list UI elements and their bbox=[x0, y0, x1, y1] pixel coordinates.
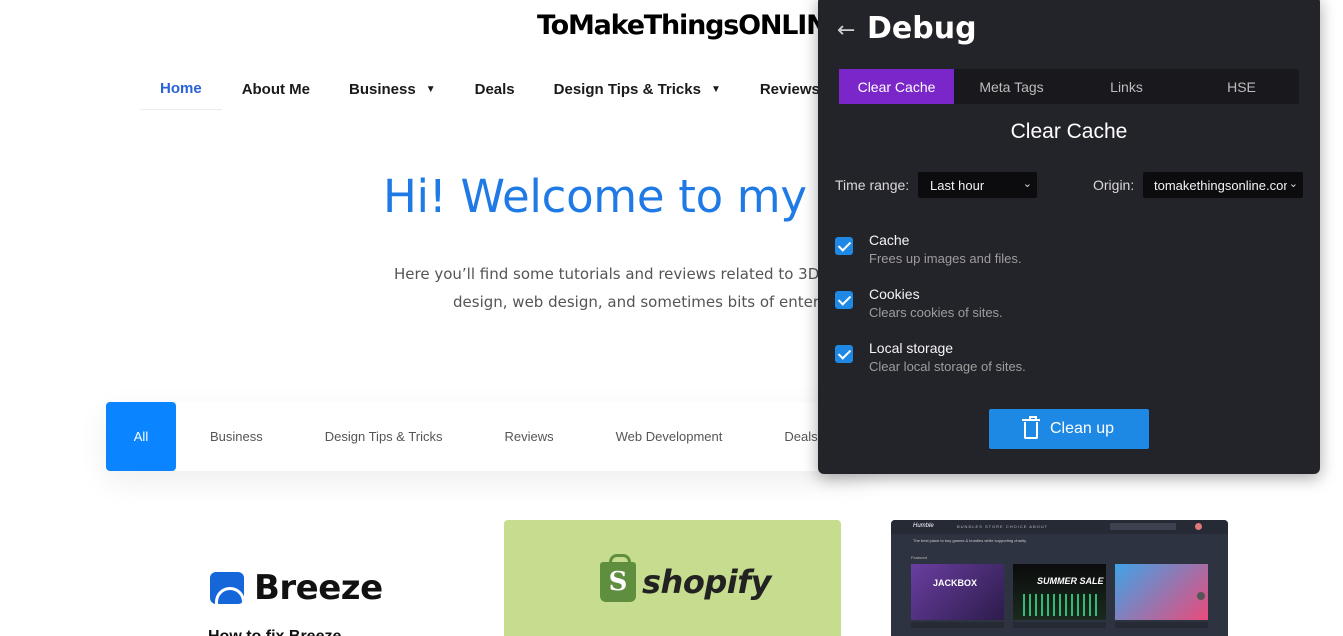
clean-up-label: Clean up bbox=[1049, 420, 1115, 437]
breeze-logo: Breeze bbox=[210, 568, 383, 608]
origin-select[interactable]: tomakethingsonline.com ⌄ bbox=[1143, 172, 1303, 198]
time-range-select[interactable]: Last hour ⌄ bbox=[918, 172, 1037, 198]
breeze-card-title[interactable]: How to fix Breeze bbox=[208, 628, 341, 636]
breeze-logo-text: Breeze bbox=[254, 568, 383, 608]
chevron-down-icon: ⌄ bbox=[1020, 177, 1032, 190]
humble-search bbox=[1110, 523, 1176, 530]
shopify-logo-text: shopify bbox=[642, 563, 771, 601]
hero-title: Hi! Welcome to my bbox=[383, 170, 807, 223]
nav-deals-label: Deals bbox=[474, 80, 515, 98]
nav-business[interactable]: Business ▼ bbox=[349, 68, 436, 110]
time-range-value: Last hour bbox=[930, 177, 985, 193]
post-card-shopify[interactable]: S shopify bbox=[504, 520, 841, 636]
page: ToMakeThingsONLINE Home About Me Busines… bbox=[0, 0, 1343, 636]
option-title: Local storage bbox=[869, 340, 954, 356]
option-title: Cache bbox=[869, 232, 910, 248]
filter-business[interactable]: Business bbox=[210, 402, 263, 471]
humble-tile-caption bbox=[1013, 622, 1106, 628]
option-title: Cookies bbox=[869, 286, 920, 302]
clean-up-button[interactable]: Clean up bbox=[989, 409, 1149, 449]
humble-tile-graphic bbox=[1023, 594, 1097, 616]
humble-avatar bbox=[1195, 523, 1202, 530]
cookies-checkbox[interactable] bbox=[835, 291, 853, 309]
humble-tile-jackbox: JACKBOX bbox=[911, 564, 1004, 620]
post-card-breeze[interactable]: Breeze How to fix Breeze bbox=[190, 520, 510, 636]
option-description: Clear local storage of sites. bbox=[869, 359, 1026, 374]
nav-home-label: Home bbox=[160, 80, 202, 97]
cache-checkbox[interactable] bbox=[835, 237, 853, 255]
debug-tabs: Clear Cache Meta Tags Links HSE bbox=[839, 69, 1299, 104]
nav-design-tips-label: Design Tips & Tricks bbox=[553, 80, 701, 98]
humble-brand: Humble bbox=[913, 523, 934, 529]
option-description: Clears cookies of sites. bbox=[869, 305, 1003, 320]
origin-label: Origin: bbox=[1093, 177, 1135, 193]
time-range-label: Time range: bbox=[835, 177, 910, 193]
humble-tile-jackbox-label: JACKBOX bbox=[933, 578, 978, 588]
debug-panel: ← Debug Clear Cache Meta Tags Links HSE … bbox=[818, 0, 1320, 474]
caret-down-icon: ▼ bbox=[710, 83, 721, 95]
nav-home[interactable]: Home bbox=[140, 68, 222, 110]
nav-reviews-label: Reviews bbox=[759, 80, 820, 98]
humble-featured-label: Featured bbox=[911, 555, 928, 560]
humble-tile-summer-sale: SUMMER SALE bbox=[1013, 564, 1106, 620]
hero-text-line-1: Here you’ll find some tutorials and revi… bbox=[394, 265, 831, 283]
filter-web-development[interactable]: Web Development bbox=[616, 402, 723, 471]
humble-tile-caption bbox=[1115, 622, 1208, 628]
humble-next-arrow-icon bbox=[1197, 592, 1205, 600]
post-card-humble[interactable]: Humble BUNDLES STORE CHOICE ABOUT The be… bbox=[891, 520, 1228, 636]
local-storage-checkbox[interactable] bbox=[835, 345, 853, 363]
option-description: Frees up images and files. bbox=[869, 251, 1022, 266]
caret-down-icon: ▼ bbox=[425, 83, 436, 95]
filter-all[interactable]: All bbox=[106, 402, 176, 471]
nav-about-me[interactable]: About Me bbox=[242, 68, 310, 110]
nav-business-label: Business bbox=[349, 80, 416, 98]
section-title: Clear Cache bbox=[1010, 120, 1128, 143]
shopify-bag-icon: S bbox=[600, 554, 636, 602]
humble-tile-caption bbox=[911, 622, 1004, 628]
tab-meta-tags[interactable]: Meta Tags bbox=[954, 69, 1069, 104]
filter-design-tips[interactable]: Design Tips & Tricks bbox=[325, 402, 443, 471]
shopify-logo: S shopify bbox=[600, 554, 771, 602]
site-logo[interactable]: ToMakeThingsONLINE bbox=[537, 10, 846, 41]
main-nav: Home About Me Business ▼ Deals Design Tip… bbox=[140, 68, 879, 112]
humble-tile-sale-label: SUMMER SALE bbox=[1037, 576, 1104, 586]
humble-menu: BUNDLES STORE CHOICE ABOUT bbox=[957, 524, 1049, 529]
trash-icon bbox=[1021, 416, 1040, 439]
hero-text-line-2: design, web design, and sometimes bits o… bbox=[453, 293, 820, 311]
tab-hse[interactable]: HSE bbox=[1184, 69, 1299, 104]
tab-links[interactable]: Links bbox=[1069, 69, 1184, 104]
category-filter-bar: All Business Design Tips & Tricks Review… bbox=[106, 402, 866, 471]
filter-deals[interactable]: Deals bbox=[784, 402, 817, 471]
filter-reviews[interactable]: Reviews bbox=[505, 402, 554, 471]
arrow-left-icon[interactable]: ← bbox=[837, 18, 855, 43]
debug-title: Debug bbox=[867, 11, 977, 46]
chevron-down-icon: ⌄ bbox=[1286, 177, 1298, 190]
nav-about-me-label: About Me bbox=[241, 80, 311, 98]
tab-clear-cache[interactable]: Clear Cache bbox=[839, 69, 954, 104]
nav-design-tips[interactable]: Design Tips & Tricks ▼ bbox=[554, 68, 721, 110]
origin-value: tomakethingsonline.com bbox=[1154, 177, 1290, 193]
humble-tagline: The best place to buy games & bundles wh… bbox=[913, 538, 1027, 543]
humble-topbar bbox=[891, 520, 1228, 534]
humble-tile-game bbox=[1115, 564, 1208, 620]
breeze-logo-icon bbox=[210, 572, 244, 604]
nav-deals[interactable]: Deals bbox=[475, 68, 515, 110]
